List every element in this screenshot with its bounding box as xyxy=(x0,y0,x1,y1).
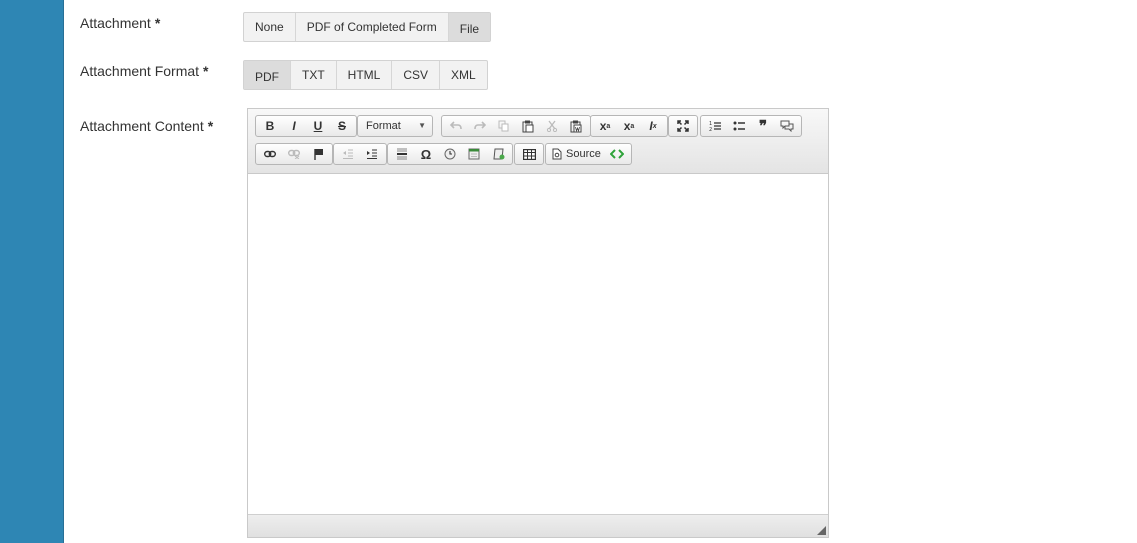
unlink-icon[interactable] xyxy=(282,144,306,164)
attachment-label: Attachment * xyxy=(80,15,161,31)
list-group: 12 ❞ xyxy=(700,115,802,137)
editor-status-bar xyxy=(248,514,828,537)
table-group xyxy=(514,143,544,165)
script-group: xa xa Ix xyxy=(590,115,668,137)
svg-text:2: 2 xyxy=(709,127,712,132)
rich-text-editor: B I U S Format ▼ xa xa Ix 12 ❞ Ω Source xyxy=(247,108,829,538)
attachment-format-selector: PDF TXT HTML CSV XML xyxy=(243,60,488,90)
indent-group xyxy=(333,143,387,165)
link-icon[interactable] xyxy=(258,144,282,164)
remove-format-icon[interactable]: Ix xyxy=(641,116,665,136)
subscript-icon[interactable]: xa xyxy=(593,116,617,136)
table-icon[interactable] xyxy=(517,144,541,164)
maximize-icon[interactable] xyxy=(671,116,695,136)
required-marker: * xyxy=(154,15,161,31)
attachment-format-label: Attachment Format * xyxy=(80,63,209,79)
horizontal-rule-icon[interactable] xyxy=(390,144,414,164)
chevron-down-icon: ▼ xyxy=(418,121,426,130)
editor-content-area[interactable] xyxy=(248,174,828,515)
cut-icon[interactable] xyxy=(540,116,564,136)
anchor-flag-icon[interactable] xyxy=(306,144,330,164)
attachment-option-none[interactable]: None xyxy=(244,13,296,41)
numbered-list-icon[interactable]: 12 xyxy=(703,116,727,136)
template-icon[interactable] xyxy=(486,144,510,164)
format-option-csv[interactable]: CSV xyxy=(392,61,441,89)
bulleted-list-icon[interactable] xyxy=(727,116,751,136)
attachment-content-label: Attachment Content * xyxy=(80,118,214,134)
link-group xyxy=(255,143,333,165)
outdent-icon[interactable] xyxy=(336,144,360,164)
speech-bubble-icon[interactable] xyxy=(775,116,799,136)
paste-from-word-icon[interactable] xyxy=(564,116,588,136)
clock-icon[interactable] xyxy=(438,144,462,164)
source-group: Source xyxy=(545,143,632,165)
basic-styles-group: B I U S xyxy=(255,115,357,137)
bold-button[interactable]: B xyxy=(258,116,282,136)
format-option-pdf[interactable]: PDF xyxy=(244,61,291,89)
paste-icon[interactable] xyxy=(516,116,540,136)
maximize-group xyxy=(668,115,698,137)
copy-icon[interactable] xyxy=(492,116,516,136)
attachment-selector: None PDF of Completed Form File xyxy=(243,12,492,42)
strike-button[interactable]: S xyxy=(330,116,354,136)
calendar-icon[interactable] xyxy=(462,144,486,164)
code-arrows-icon[interactable] xyxy=(605,144,629,164)
redo-icon[interactable] xyxy=(468,116,492,136)
resize-handle-icon[interactable] xyxy=(817,526,826,535)
undo-icon[interactable] xyxy=(444,116,468,136)
special-character-icon[interactable]: Ω xyxy=(414,144,438,164)
format-option-xml[interactable]: XML xyxy=(440,61,487,89)
required-marker: * xyxy=(207,118,214,134)
superscript-icon[interactable]: xa xyxy=(617,116,641,136)
required-marker: * xyxy=(203,63,209,79)
insert-group: Ω xyxy=(387,143,513,165)
format-dropdown[interactable]: Format ▼ xyxy=(357,115,433,137)
left-sidebar xyxy=(0,0,64,543)
editor-toolbar: B I U S Format ▼ xa xa Ix 12 ❞ Ω Source xyxy=(248,109,828,174)
attachment-option-pdf-form[interactable]: PDF of Completed Form xyxy=(296,13,449,41)
italic-button[interactable]: I xyxy=(282,116,306,136)
clipboard-group xyxy=(441,115,591,137)
document-icon xyxy=(552,148,562,160)
format-option-txt[interactable]: TXT xyxy=(291,61,337,89)
blockquote-icon[interactable]: ❞ xyxy=(751,116,775,136)
indent-icon[interactable] xyxy=(360,144,384,164)
source-button[interactable]: Source xyxy=(548,144,605,164)
attachment-option-file[interactable]: File xyxy=(448,13,491,41)
format-option-html[interactable]: HTML xyxy=(337,61,393,89)
underline-button[interactable]: U xyxy=(306,116,330,136)
